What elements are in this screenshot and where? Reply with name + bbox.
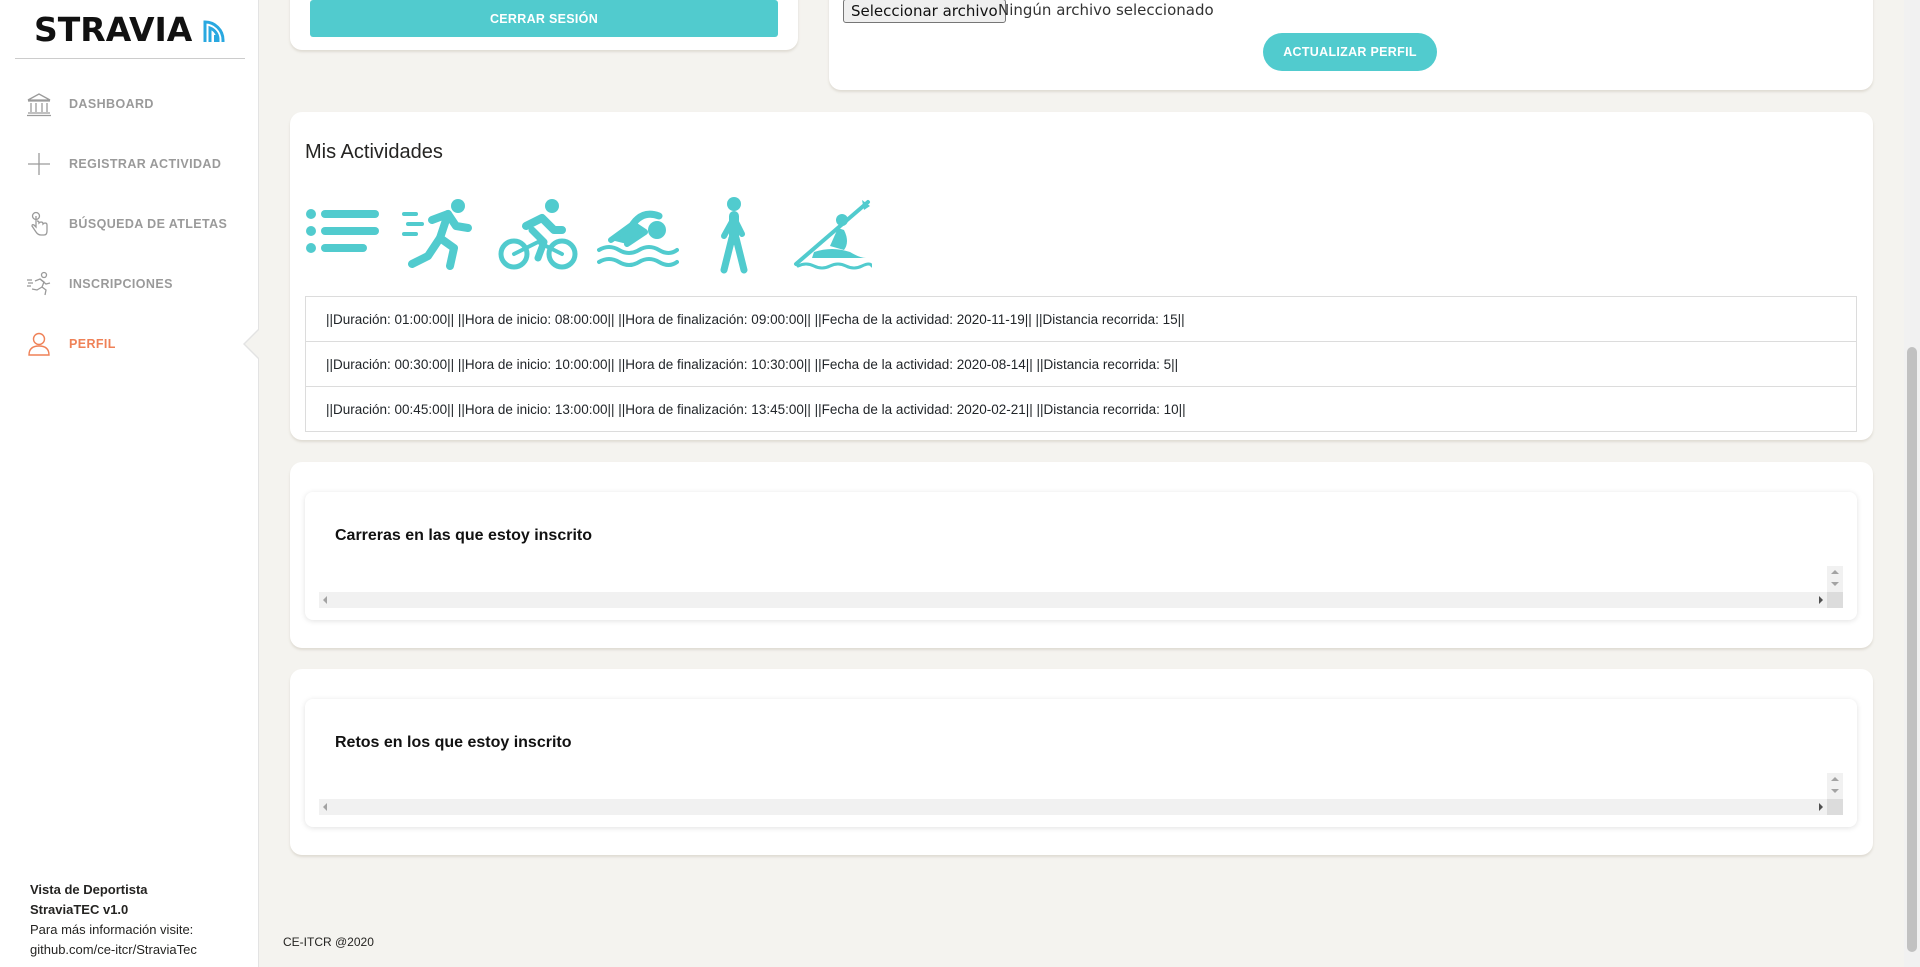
races-card: Carreras en las que estoy inscrito xyxy=(290,462,1873,648)
tap-icon xyxy=(31,211,48,236)
races-horizontal-scrollbar[interactable] xyxy=(319,592,1843,608)
logo-signal-icon xyxy=(202,16,226,42)
sidebar-item-label: DASHBOARD xyxy=(69,97,154,111)
profile-summary-card: CERRAR SESIÓN xyxy=(290,0,798,50)
walking-icon[interactable] xyxy=(708,196,760,276)
active-indicator-fill xyxy=(245,330,259,358)
file-status-text: Ningún archivo seleccionado xyxy=(998,1,1214,19)
scrollbar-corner xyxy=(1827,592,1843,608)
logout-button[interactable]: CERRAR SESIÓN xyxy=(310,0,778,37)
sidebar-item-label: REGISTRAR ACTIVIDAD xyxy=(69,157,222,171)
scroll-right-icon[interactable] xyxy=(1819,596,1823,604)
stravia-logo[interactable]: STRAVIA xyxy=(34,12,226,48)
running-icon[interactable] xyxy=(402,196,482,276)
races-vertical-scrollbar[interactable] xyxy=(1827,566,1843,592)
sidebar-item-label: INSCRIPCIONES xyxy=(69,277,173,291)
scroll-left-icon[interactable] xyxy=(323,596,327,604)
sidebar-item-dashboard[interactable]: DASHBOARD xyxy=(0,82,258,126)
profile-edit-card: Seleccionar archivo Ningún archivo selec… xyxy=(829,0,1873,90)
sidebar-item-inscripciones[interactable]: INSCRIPCIONES xyxy=(0,262,258,306)
bank-icon xyxy=(27,93,51,117)
page-scrollbar-thumb[interactable] xyxy=(1907,347,1917,952)
footer-view-label: Vista de Deportista xyxy=(30,882,148,897)
user-icon xyxy=(28,332,50,356)
logo-divider xyxy=(15,58,245,59)
sidebar-item-perfil[interactable]: PERFIL xyxy=(0,322,259,366)
challenges-vertical-scrollbar[interactable] xyxy=(1827,773,1843,799)
scroll-right-icon[interactable] xyxy=(1819,803,1823,811)
races-table-card: Carreras en las que estoy inscrito xyxy=(305,492,1857,620)
sidebar-item-label: BÚSQUEDA DE ATLETAS xyxy=(69,217,228,231)
kayak-icon[interactable] xyxy=(792,196,872,276)
scroll-left-icon[interactable] xyxy=(323,803,327,811)
sidebar-item-busqueda-atletas[interactable]: BÚSQUEDA DE ATLETAS xyxy=(0,202,258,246)
update-profile-button[interactable]: ACTUALIZAR PERFIL xyxy=(1263,33,1437,71)
file-select-button[interactable]: Seleccionar archivo xyxy=(843,0,1006,23)
plus-icon xyxy=(28,153,50,175)
list-item[interactable]: ||Duración: 00:30:00|| ||Hora de inicio:… xyxy=(305,342,1857,387)
cycling-icon[interactable] xyxy=(498,196,580,276)
races-title: Carreras en las que estoy inscrito xyxy=(335,527,592,544)
activities-title: Mis Actividades xyxy=(305,141,443,163)
list-icon[interactable] xyxy=(303,196,383,276)
challenges-horizontal-scrollbar[interactable] xyxy=(319,799,1843,815)
sidebar-item-registrar-actividad[interactable]: REGISTRAR ACTIVIDAD xyxy=(0,142,258,186)
challenges-title: Retos en los que estoy inscrito xyxy=(335,734,572,751)
swimming-icon[interactable] xyxy=(597,196,679,276)
footer-info-label: Para más información visite: xyxy=(30,922,194,937)
sidebar-item-label: PERFIL xyxy=(69,337,116,351)
sidebar-footer: Vista de Deportista StraviaTEC v1.0 Para… xyxy=(30,880,197,960)
challenges-table-card: Retos en los que estoy inscrito xyxy=(305,699,1857,827)
footer-version: StraviaTEC v1.0 xyxy=(30,902,129,917)
sidebar: STRAVIA DASHBOARD REGISTRAR ACTIVIDAD BÚ… xyxy=(0,0,259,967)
logo-text: STRAVIA xyxy=(34,10,193,49)
activities-list: ||Duración: 01:00:00|| ||Hora de inicio:… xyxy=(305,296,1857,432)
list-item[interactable]: ||Duración: 01:00:00|| ||Hora de inicio:… xyxy=(305,296,1857,342)
scrollbar-corner xyxy=(1827,799,1843,815)
challenges-card: Retos en los que estoy inscrito xyxy=(290,669,1873,855)
footer-repo-link[interactable]: github.com/ce-itcr/StraviaTec xyxy=(30,940,197,960)
list-item[interactable]: ||Duración: 00:45:00|| ||Hora de inicio:… xyxy=(305,387,1857,432)
page-footer: CE-ITCR @2020 xyxy=(283,935,374,949)
runner-icon xyxy=(27,271,51,296)
